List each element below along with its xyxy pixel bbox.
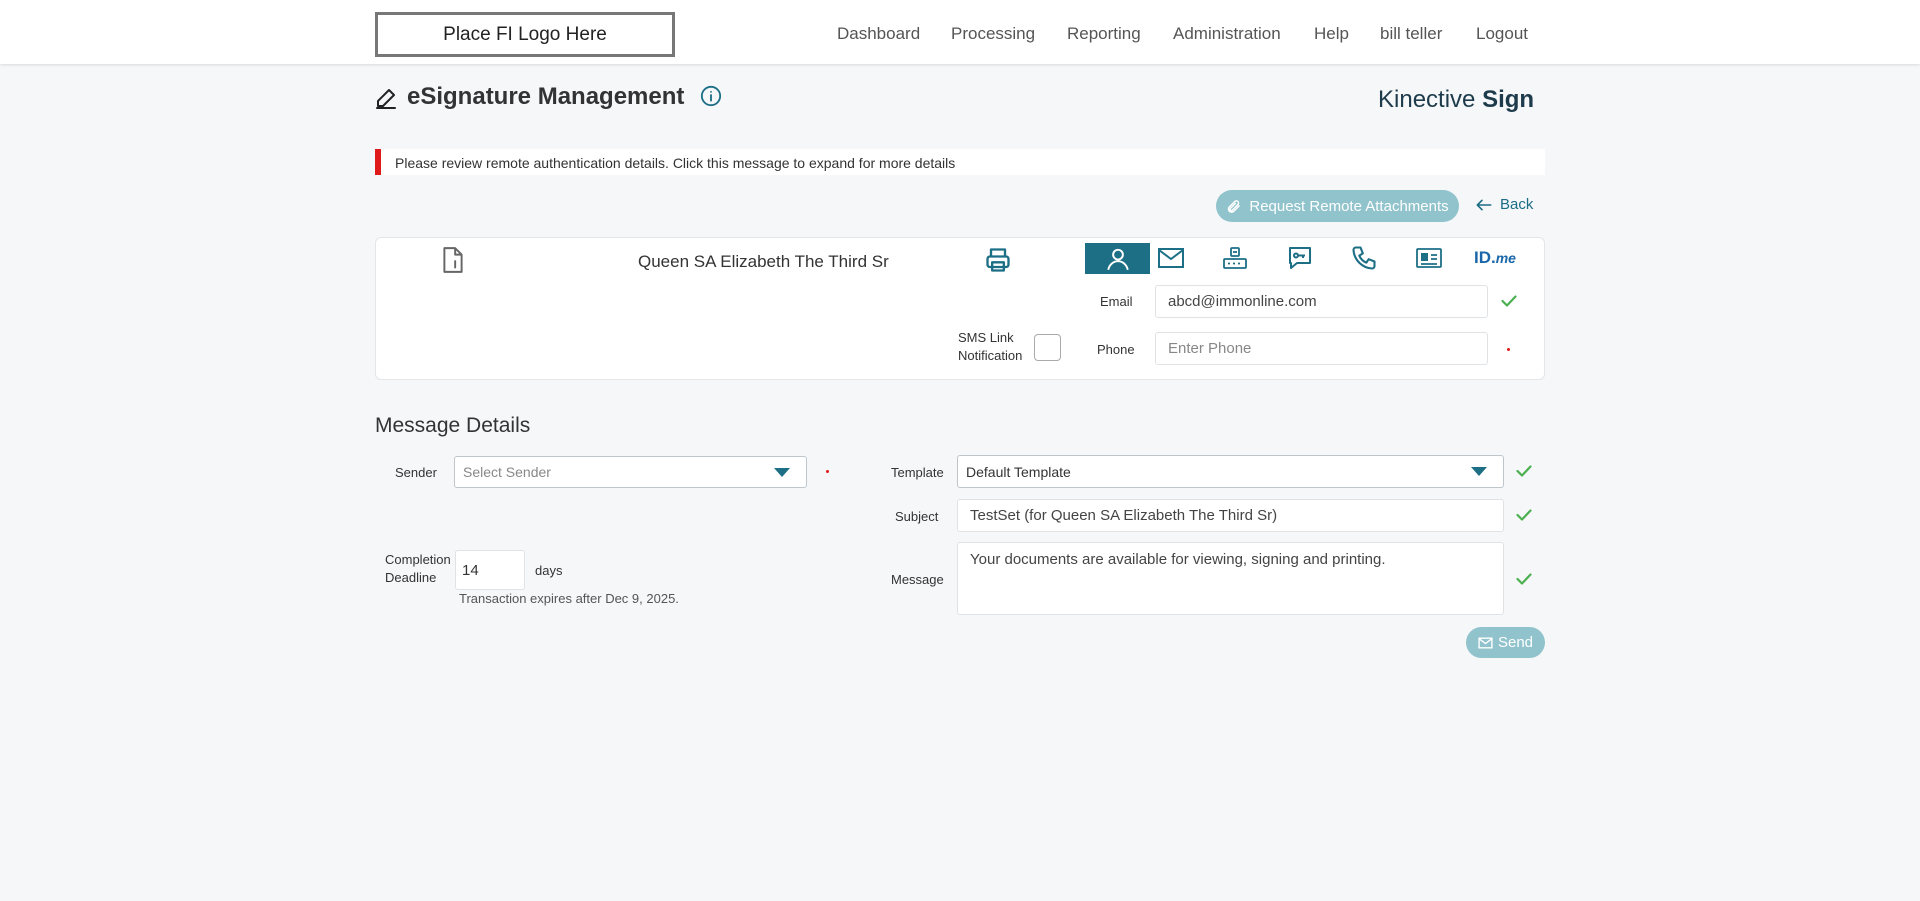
idme-icon: ID.me (1474, 248, 1516, 267)
auth-method-passcode[interactable] (1285, 243, 1315, 273)
nav-logout[interactable]: Logout (1476, 24, 1528, 44)
router-icon (1223, 247, 1247, 269)
required-indicator (1507, 348, 1510, 351)
phone-label: Phone (1097, 342, 1135, 357)
auth-method-person[interactable] (1085, 243, 1150, 274)
fi-logo-placeholder[interactable]: Place FI Logo Here (375, 12, 675, 57)
deadline-unit: days (535, 563, 563, 578)
message-label: Message (891, 572, 944, 587)
sender-placeholder: Select Sender (463, 464, 551, 480)
printer-icon[interactable] (984, 246, 1012, 274)
nav-administration[interactable]: Administration (1173, 24, 1281, 44)
sender-select[interactable]: Select Sender (454, 456, 807, 488)
id-card-icon (1416, 248, 1442, 268)
chevron-down-icon (1471, 467, 1487, 476)
auth-method-email[interactable] (1156, 243, 1186, 273)
nav-reporting[interactable]: Reporting (1067, 24, 1141, 44)
check-icon (1516, 509, 1532, 521)
pen-icon (376, 89, 396, 109)
template-label: Template (891, 465, 944, 480)
template-value: Default Template (966, 463, 1071, 480)
chevron-down-icon (774, 467, 790, 477)
required-indicator (826, 470, 829, 473)
request-remote-attachments-label: Request Remote Attachments (1249, 197, 1449, 215)
subject-field[interactable]: TestSet (for Queen SA Elizabeth The Thir… (957, 499, 1504, 532)
message-textarea[interactable]: Your documents are available for viewing… (957, 542, 1504, 615)
sender-label: Sender (395, 465, 437, 480)
auth-method-phone[interactable] (1349, 243, 1379, 273)
back-button[interactable]: Back (1476, 196, 1533, 213)
auth-method-idme[interactable]: ID.me (1474, 248, 1516, 268)
paperclip-icon (1228, 199, 1241, 213)
request-remote-attachments-button[interactable]: Request Remote Attachments (1216, 190, 1459, 222)
back-label: Back (1500, 196, 1534, 213)
envelope-icon (1478, 636, 1493, 649)
signer-name: Queen SA Elizabeth The Third Sr (638, 252, 889, 271)
nav-processing[interactable]: Processing (951, 24, 1035, 44)
deadline-label-line1: Completion (385, 552, 451, 567)
send-label: Send (1497, 634, 1534, 651)
sms-notification-checkbox[interactable] (1034, 334, 1061, 361)
check-icon (1516, 465, 1532, 477)
auth-method-kba[interactable] (1220, 243, 1250, 273)
nav-dashboard[interactable]: Dashboard (837, 24, 920, 44)
deadline-days-input[interactable]: 14 (455, 550, 525, 590)
sms-notification-label: Notification (958, 348, 1023, 363)
email-field[interactable]: abcd@immonline.com (1155, 285, 1488, 318)
email-label: Email (1100, 294, 1133, 309)
send-button[interactable]: Send (1466, 627, 1545, 658)
page-title: eSignature Management (407, 83, 685, 110)
chat-key-icon (1289, 247, 1311, 269)
check-icon (1516, 573, 1532, 585)
arrow-left-icon (1476, 199, 1492, 210)
person-icon (1106, 248, 1129, 270)
deadline-label-line2: Deadline (385, 570, 437, 585)
expires-text: Transaction expires after Dec 9, 2025. (459, 591, 679, 606)
email-icon (1158, 248, 1184, 268)
message-details-title: Message Details (375, 414, 531, 437)
nav-help[interactable]: Help (1314, 24, 1349, 44)
template-select[interactable]: Default Template (957, 455, 1504, 488)
document-icon[interactable] (440, 246, 466, 274)
subject-label: Subject (895, 509, 939, 524)
check-icon (1501, 295, 1517, 307)
sms-link-label: SMS Link (958, 330, 1014, 345)
phone-icon (1352, 246, 1376, 270)
nav-user-menu[interactable]: bill teller (1380, 24, 1442, 44)
phone-field[interactable]: Enter Phone (1155, 332, 1488, 365)
auth-method-id-card[interactable] (1414, 243, 1444, 273)
auth-alert-text[interactable]: Please review remote authentication deta… (395, 155, 955, 171)
info-icon[interactable] (700, 85, 722, 107)
kinective-sign-logo: Kinective Sign (1378, 86, 1535, 113)
